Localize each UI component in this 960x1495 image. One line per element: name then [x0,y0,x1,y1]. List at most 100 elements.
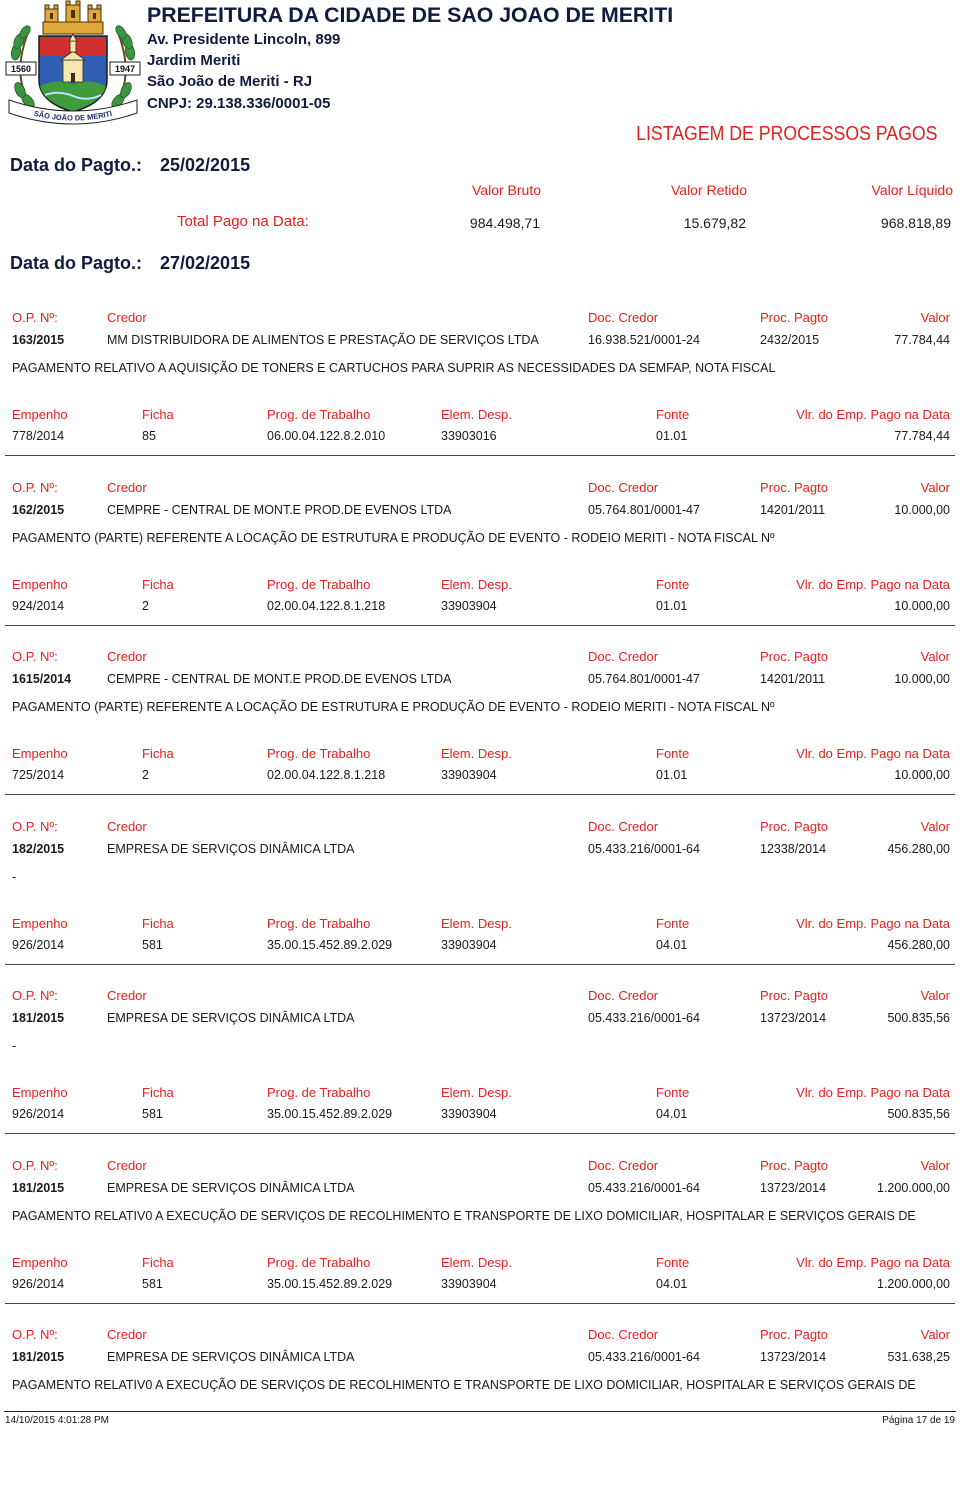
record-separator [5,794,955,795]
empenho-header-row: Empenho Ficha Prog. de Trabalho Elem. De… [0,406,960,423]
payment-value: 10.000,00 [894,502,950,517]
proc-pagto-label: Proc. Pagto [760,310,828,325]
empenho-header-row: Empenho Ficha Prog. de Trabalho Elem. De… [0,576,960,593]
logo-year-right: 1947 [115,64,135,74]
empenho-number: 926/2014 [12,1276,65,1291]
credor-label: Credor [107,988,147,1003]
payment-record: O.P. Nº: Credor Doc. Credor Proc. Pagto … [0,479,960,648]
section-date-value: 27/02/2015 [160,253,251,273]
prog-trabalho-value: 35.00.15.452.89.2.029 [267,1276,393,1291]
city-hall-name: PREFEITURA DA CIDADE DE SAO JOAO DE MERI… [147,3,674,27]
payment-description: PAGAMENTO RELATIV0 A EXECUÇÃO DE SERVIÇO… [12,1378,916,1392]
total-valor-liquido: 968.818,89 [880,215,951,231]
coat-of-arms-icon: 1560 1947 SÃO JOÃO DE MERITI [5,0,141,125]
valor-label: Valor [920,479,950,495]
payment-value: 1.200.000,00 [877,1180,950,1195]
valor-label: Valor [920,1327,950,1342]
op-number: 163/2015 [12,333,65,347]
prog-trabalho-label: Prog. de Trabalho [267,407,371,422]
op-number: 181/2015 [12,1180,65,1195]
elem-desp-label: Elem. Desp. [441,576,512,592]
vlr-emp-value: 456.280,00 [887,937,950,952]
credor-name: EMPRESA DE SERVIÇOS DINÂMICA LTDA [107,841,355,856]
ficha-label: Ficha [142,915,174,931]
payment-data-row: 1615/2014 CEMPRE - CENTRAL DE MONT.E PRO… [0,671,960,688]
elem-desp-label: Elem. Desp. [441,1254,512,1270]
empenho-number: 924/2014 [12,598,65,613]
fonte-value: 04.01 [656,1276,688,1291]
elem-desp-value: 33903904 [441,768,497,782]
empenho-header-row: Empenho Ficha Prog. de Trabalho Elem. De… [0,915,960,932]
op-number-label: O.P. Nº: [12,818,58,834]
vlr-emp-value: 500.835,56 [887,1107,950,1121]
empenho-number: 725/2014 [12,768,65,782]
prog-trabalho-label: Prog. de Trabalho [267,1254,371,1270]
logo-year-left: 1560 [11,64,31,74]
payment-record: O.P. Nº: Credor Doc. Credor Proc. Pagto … [0,987,960,1156]
empenho-header-row: Empenho Ficha Prog. de Trabalho Elem. De… [0,1084,960,1101]
payments-list: O.P. Nº: Credor Doc. Credor Proc. Pagto … [0,309,960,1409]
prog-trabalho-label: Prog. de Trabalho [267,915,371,931]
fonte-value: 01.01 [656,598,688,613]
elem-desp-value: 33903904 [441,598,497,613]
total-valor-bruto: 984.498,71 [469,215,540,231]
payment-record: O.P. Nº: Credor Doc. Credor Proc. Pagto … [0,1157,960,1326]
vlr-emp-label: Vlr. do Emp. Pago na Data [796,915,950,931]
ficha-value: 581 [142,937,163,952]
doc-credor-label: Doc. Credor [588,1157,659,1173]
payment-data-row: 181/2015 EMPRESA DE SERVIÇOS DINÂMICA LT… [0,1349,960,1366]
valor-bruto-header: Valor Bruto [472,182,541,198]
fonte-label: Fonte [656,915,690,931]
credor-name: EMPRESA DE SERVIÇOS DINÂMICA LTDA [107,1350,355,1364]
fonte-label: Fonte [656,1254,690,1270]
op-number: 181/2015 [12,1011,65,1025]
empenho-label: Empenho [12,746,68,761]
cnpj-line: CNPJ: 29.138.336/0001-05 [147,95,331,112]
credor-label: Credor [107,310,147,325]
proc-pagto: 13723/2014 [760,1011,827,1025]
op-number-label: O.P. Nº: [12,310,58,325]
vlr-emp-label: Vlr. do Emp. Pago na Data [796,746,950,761]
proc-pagto-label: Proc. Pagto [760,1327,828,1342]
page-number: Página 17 de 19 [882,1415,955,1426]
credor-name: CEMPRE - CENTRAL DE MONT.E PROD.DE EVENO… [107,672,452,686]
ficha-value: 2 [142,598,149,613]
payment-data-row: 181/2015 EMPRESA DE SERVIÇOS DINÂMICA LT… [0,1180,960,1197]
vlr-emp-value: 10.000,00 [894,598,950,613]
op-number-label: O.P. Nº: [12,1327,58,1342]
ficha-label: Ficha [142,1254,174,1270]
ficha-value: 2 [142,768,149,782]
elem-desp-value: 33903904 [441,937,497,952]
total-valor-retido: 15.679,82 [683,215,746,231]
prog-trabalho-label: Prog. de Trabalho [267,1085,371,1100]
prog-trabalho-value: 35.00.15.452.89.2.029 [267,937,393,952]
op-number: 1615/2014 [12,672,72,686]
doc-credor: 05.764.801/0001-47 [588,672,700,686]
fonte-label: Fonte [656,576,690,592]
empenho-label: Empenho [12,1085,68,1100]
proc-pagto: 12338/2014 [760,841,827,856]
empenho-data-row: 778/2014 85 06.00.04.122.8.2.010 3390301… [0,428,960,445]
payment-description: PAGAMENTO (PARTE) REFERENTE A LOCAÇÃO DE… [12,700,775,714]
valor-label: Valor [920,818,950,834]
fonte-label: Fonte [656,746,690,761]
op-number: 162/2015 [12,502,65,517]
credor-label: Credor [107,649,147,664]
payment-description: - [12,869,17,884]
fonte-value: 01.01 [656,429,688,443]
valor-label: Valor [920,988,950,1003]
credor-label: Credor [107,1157,147,1173]
elem-desp-value: 33903016 [441,429,497,443]
doc-credor: 05.433.216/0001-64 [588,1011,700,1025]
credor-label: Credor [107,818,147,834]
proc-pagto-label: Proc. Pagto [760,1157,828,1173]
empenho-number: 926/2014 [12,937,65,952]
valor-label: Valor [920,310,950,325]
credor-label: Credor [107,1327,147,1342]
payment-data-row: 181/2015 EMPRESA DE SERVIÇOS DINÂMICA LT… [0,1010,960,1027]
elem-desp-label: Elem. Desp. [441,746,512,761]
credor-name: MM DISTRIBUIDORA DE ALIMENTOS E PRESTAÇÃ… [107,333,539,347]
op-number: 182/2015 [12,841,65,856]
footer-separator [4,1411,956,1412]
record-separator [5,624,955,626]
